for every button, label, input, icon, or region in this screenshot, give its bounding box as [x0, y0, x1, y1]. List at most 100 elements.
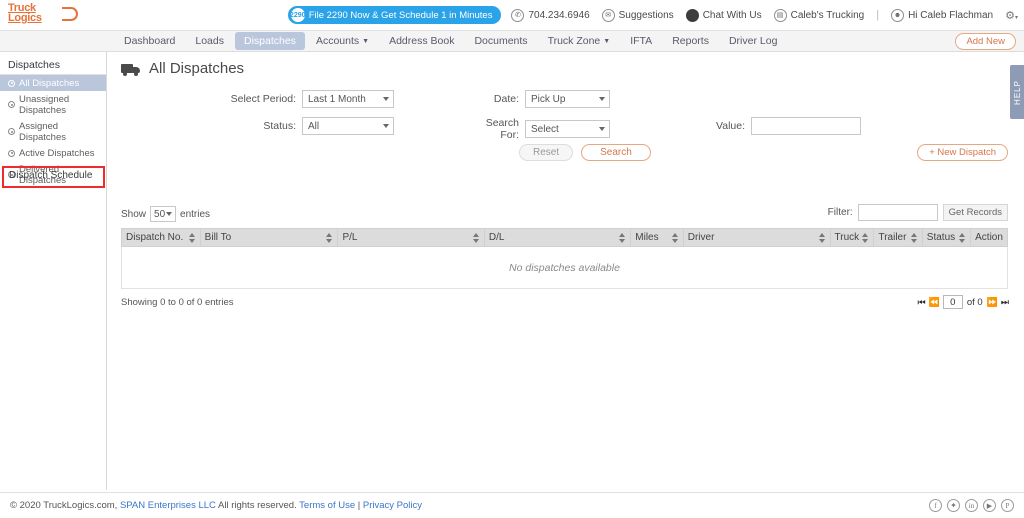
logo-truck-icon	[62, 7, 78, 21]
user-greeting: Hi Caleb Flachman	[908, 9, 994, 21]
nav-item-dashboard[interactable]: Dashboard	[115, 32, 184, 50]
column-header-dispatch-no[interactable]: Dispatch No.	[121, 228, 201, 247]
page-number-input[interactable]: 0	[942, 295, 963, 309]
column-header-driver[interactable]: Driver	[682, 228, 831, 247]
new-dispatch-label: New Dispatch	[937, 147, 996, 158]
nav-item-reports[interactable]: Reports	[663, 32, 718, 50]
chat-label: Chat With Us	[702, 9, 762, 21]
column-header-dl[interactable]: D/L	[483, 228, 632, 247]
truck-icon	[121, 62, 141, 76]
search-for-dropdown[interactable]: Select	[525, 120, 610, 138]
nav-item-documents[interactable]: Documents	[465, 32, 536, 50]
column-label: Status	[926, 232, 956, 243]
terms-of-use-link[interactable]: Terms of Use	[299, 500, 355, 511]
search-for-field: Search For: Select	[471, 117, 610, 141]
last-page-button[interactable]: ⏭	[1001, 297, 1009, 308]
column-header-miles[interactable]: Miles	[630, 228, 684, 247]
search-button[interactable]: Search	[581, 144, 651, 161]
sidebar-item-unassigned-dispatches[interactable]: Unassigned Dispatches	[0, 91, 106, 118]
sidebar-item-label: Unassigned Dispatches	[19, 93, 70, 116]
gear-icon[interactable]: ⚙▾	[1005, 9, 1018, 22]
suggestions-label: Suggestions	[618, 9, 674, 21]
column-header-bill-to[interactable]: Bill To	[199, 228, 339, 247]
nav-label: Loads	[195, 35, 224, 47]
value-label: Value:	[716, 120, 745, 132]
sidebar-heading: Dispatches	[0, 56, 106, 75]
column-header-trailer[interactable]: Trailer	[873, 228, 923, 247]
nav-item-loads[interactable]: Loads	[186, 32, 233, 50]
get-records-button[interactable]: Get Records	[942, 204, 1008, 221]
nav-item-accounts[interactable]: Accounts ▼	[307, 32, 378, 50]
table-head: Dispatch No. Bill To P/L D/L Miles Drive…	[121, 228, 1008, 247]
radio-icon	[8, 79, 15, 87]
radio-icon	[8, 128, 15, 135]
twitter-icon[interactable]: ✦	[947, 499, 960, 512]
nav-label: Dispatches	[243, 35, 296, 47]
value-field: Value:	[711, 117, 861, 135]
linkedin-icon[interactable]: in	[965, 499, 978, 512]
promo-badge-icon: 2290	[290, 8, 306, 22]
page-body: Dispatches All Dispatches Unassigned Dis…	[0, 52, 1024, 490]
sort-icon	[862, 233, 869, 243]
file-2290-promo-button[interactable]: 2290 File 2290 Now & Get Schedule 1 in M…	[287, 6, 502, 24]
first-page-button[interactable]: ⏮	[917, 297, 925, 308]
table-body: No dispatches available	[121, 246, 1008, 289]
column-header-status[interactable]: Status	[921, 228, 972, 247]
new-dispatch-button[interactable]: + New Dispatch	[917, 144, 1008, 161]
user-menu-link[interactable]: ☻ Hi Caleb Flachman	[891, 8, 994, 22]
column-label: Driver	[687, 232, 715, 243]
filter-input[interactable]	[857, 204, 938, 221]
privacy-policy-link[interactable]: Privacy Policy	[363, 500, 422, 511]
nav-item-dispatches[interactable]: Dispatches	[234, 32, 305, 50]
sort-icon	[671, 233, 679, 243]
nav-item-truck-zone[interactable]: Truck Zone ▼	[539, 32, 620, 50]
date-dropdown[interactable]: Pick Up	[525, 90, 610, 108]
column-header-truck[interactable]: Truck	[829, 228, 875, 247]
top-header-right: 2290 File 2290 Now & Get Schedule 1 in M…	[287, 6, 1024, 24]
add-new-button[interactable]: Add New	[955, 33, 1016, 50]
company-link[interactable]: ▤ Caleb's Trucking	[773, 8, 864, 22]
building-icon: ▤	[773, 8, 787, 22]
suggestions-link[interactable]: ✉ Suggestions	[601, 8, 674, 22]
help-tab[interactable]: HELP	[1010, 65, 1024, 119]
column-header-pl[interactable]: P/L	[337, 228, 485, 247]
nav-label: Truck Zone	[547, 35, 601, 47]
entries-value: 50	[154, 208, 166, 220]
trucklogics-logo[interactable]: Truck Logics	[8, 3, 78, 27]
footer-pipe: |	[357, 500, 361, 511]
column-label: Trailer	[878, 232, 907, 243]
prev-page-button[interactable]: ⏪	[929, 297, 940, 308]
main-navigation-bar: Dashboard Loads Dispatches Accounts ▼ Add…	[0, 30, 1024, 52]
pinterest-icon[interactable]: P	[1001, 499, 1014, 512]
youtube-icon[interactable]: ▶	[983, 499, 996, 512]
status-field: Status: All	[121, 117, 394, 135]
sidebar-item-dispatch-schedule[interactable]: Dispatch Schedule	[4, 170, 103, 184]
sidebar-item-active-dispatches[interactable]: Active Dispatches	[0, 145, 106, 161]
nav-item-driver-log[interactable]: Driver Log	[720, 32, 786, 50]
span-enterprises-link[interactable]: SPAN Enterprises LLC	[120, 500, 216, 511]
pagination: ⏮ ⏪ 0 of 0 ⏩ ⏭	[917, 295, 1009, 309]
sidebar-item-assigned-dispatches[interactable]: Assigned Dispatches	[0, 118, 106, 145]
next-page-button[interactable]: ⏩	[987, 297, 998, 308]
date-field: Date: Pick Up	[471, 90, 610, 108]
nav-label: Accounts	[315, 35, 360, 47]
nav-item-address-book[interactable]: Address Book	[380, 32, 463, 50]
copyright-text: © 2020 TruckLogics.com,	[10, 500, 118, 511]
facebook-icon[interactable]: f	[929, 499, 942, 512]
phone-link[interactable]: ✆ 704.234.6946	[511, 8, 590, 22]
sidebar-filler	[0, 238, 107, 490]
select-period-dropdown[interactable]: Last 1 Month	[302, 90, 394, 108]
chat-with-us-link[interactable]: Chat With Us	[685, 8, 762, 22]
reset-button[interactable]: Reset	[519, 144, 574, 161]
chevron-down-icon	[383, 124, 389, 128]
nav-label: Documents	[474, 35, 528, 47]
filter-control: Filter: Get Records	[828, 204, 1008, 221]
sidebar: Dispatches All Dispatches Unassigned Dis…	[0, 52, 107, 490]
value-input[interactable]	[751, 117, 861, 135]
sidebar-item-all-dispatches[interactable]: All Dispatches	[0, 75, 106, 91]
status-dropdown[interactable]: All	[302, 117, 394, 135]
nav-item-ifta[interactable]: IFTA	[621, 32, 661, 50]
entries-per-page-dropdown[interactable]: 50	[150, 206, 177, 222]
status-label: Status:	[263, 120, 296, 132]
date-value: Pick Up	[531, 93, 566, 105]
